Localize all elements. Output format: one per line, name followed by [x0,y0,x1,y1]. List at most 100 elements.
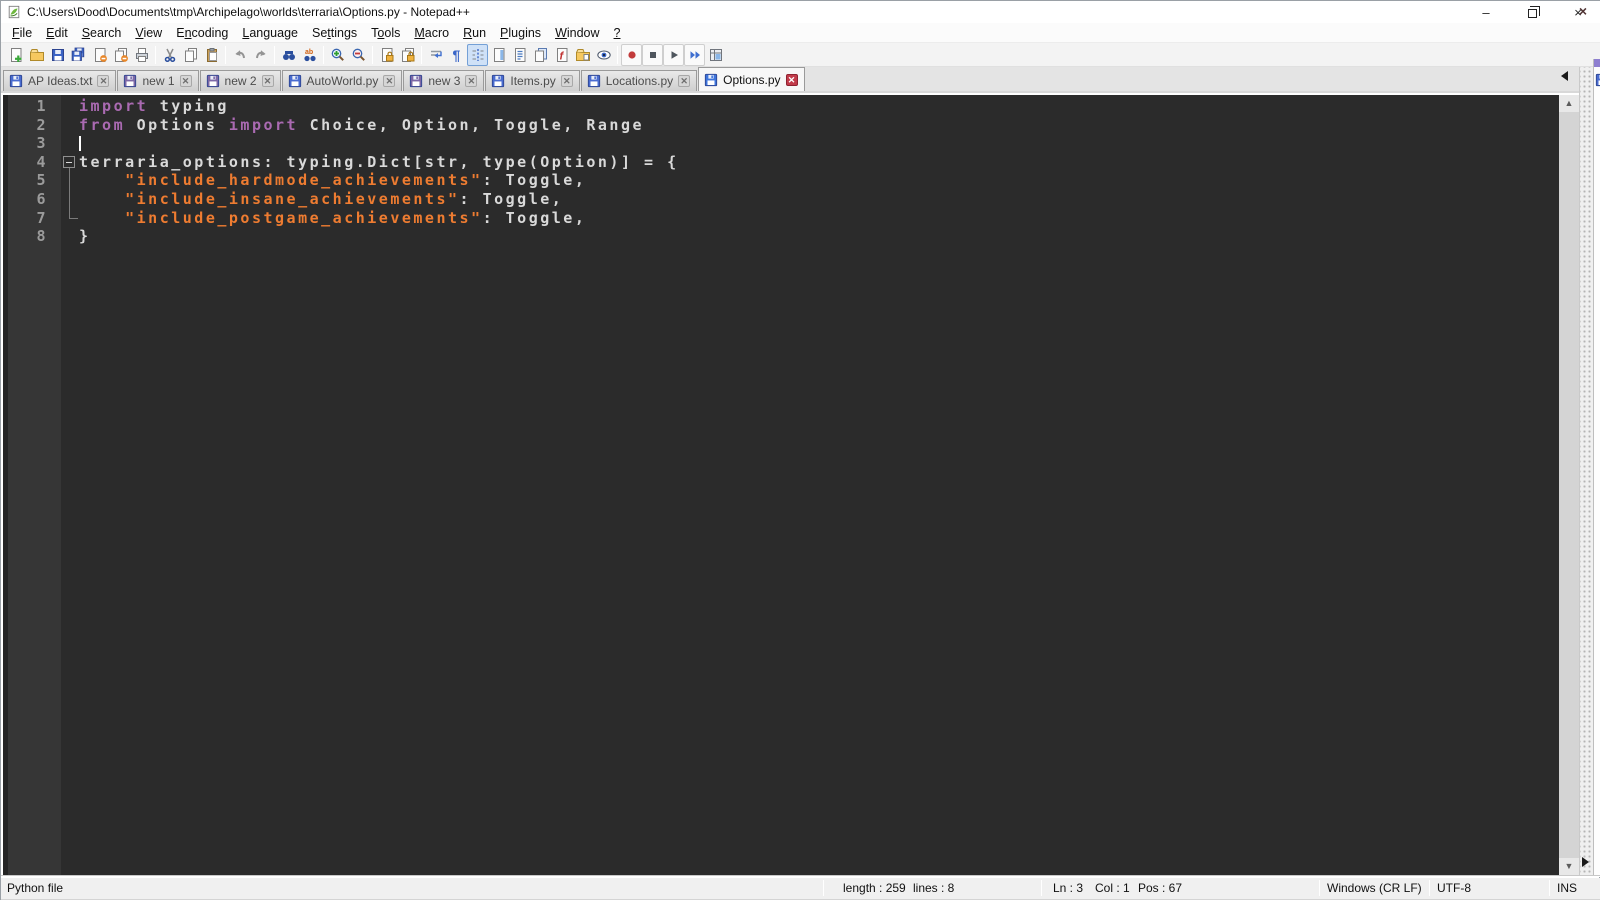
line-number: 2 [36,115,48,134]
menu-macro[interactable]: Macro [407,24,456,42]
macro-save-icon[interactable] [705,44,726,66]
print-icon[interactable] [131,44,152,66]
vertical-scrollbar[interactable]: ▲ ▼ [1559,95,1579,875]
line-number: 7 [36,208,48,227]
macro-play-icon[interactable] [663,43,684,66]
tab-label: new 2 [224,74,257,88]
find-icon[interactable] [278,44,299,66]
floppy-icon [1595,73,1600,92]
close-button[interactable]: × [1555,1,1600,23]
tab-options.py[interactable]: Options.py ✕ [698,67,805,91]
document-map-icon[interactable] [488,44,509,66]
saved-floppy-icon [491,74,505,88]
tab-close-icon[interactable]: ✕ [678,75,691,87]
menu-?[interactable]: ? [607,24,628,42]
menu-encoding[interactable]: Encoding [169,24,235,42]
status-divider [1041,880,1042,896]
collapsed-document-list-panel[interactable] [1593,59,1600,875]
text-caret [79,135,81,151]
open-folder-icon[interactable] [26,44,47,66]
menu-tools[interactable]: Tools [364,24,407,42]
menu-search[interactable]: Search [75,24,129,42]
status-encoding[interactable]: UTF-8 [1437,881,1471,895]
sync-vertical-icon[interactable] [376,44,397,66]
document-list-icon[interactable] [509,44,530,66]
panel-header [1594,59,1600,67]
tab-close-icon[interactable]: ✕ [465,75,478,87]
tab-locations.py[interactable]: Locations.py ✕ [580,70,698,91]
svg-text:¶: ¶ [452,47,460,63]
tab-label: AP Ideas.txt [28,74,93,88]
tab-ap-ideas.txt[interactable]: AP Ideas.txt ✕ [3,70,117,91]
menu-settings[interactable]: Settings [305,24,364,42]
replace-icon[interactable]: ab [299,44,320,66]
save-icon[interactable] [47,44,68,66]
code-line: "include_hardmode_achievements": Toggle, [125,171,587,190]
tab-items.py[interactable]: Items.py ✕ [485,70,580,91]
menu-edit[interactable]: Edit [39,24,75,42]
tab-close-icon[interactable]: ✕ [179,75,192,87]
redo-icon[interactable] [250,44,271,66]
menu-run[interactable]: Run [456,24,493,42]
sync-horizontal-icon[interactable] [397,44,418,66]
line-numbers: 12345678 [8,97,61,246]
panel-splitter[interactable] [1579,67,1593,875]
macro-stop-icon[interactable] [642,43,663,66]
menu-plugins[interactable]: Plugins [493,24,548,42]
tab-close-icon[interactable]: ✕ [383,75,396,87]
menu-file[interactable]: File [5,24,39,42]
macro-record-icon[interactable] [621,43,642,66]
title-bar: C:\Users\Dood\Documents\tmp\Archipelago\… [1,1,1600,23]
paste-icon[interactable] [201,44,222,66]
folder-as-workspace-icon[interactable] [572,44,593,66]
code-editor[interactable]: 12345678 import typing from Options impor… [3,95,1559,875]
undo-icon[interactable] [229,44,250,66]
menu-language[interactable]: Language [235,24,305,42]
function-list-icon[interactable]: f [551,44,572,66]
tab-new-2[interactable]: new 2 ✕ [199,70,281,91]
scroll-up-icon[interactable]: ▲ [1559,95,1579,112]
document-close-icon[interactable]: × [1579,3,1587,19]
splitter-arrow-icon[interactable] [1582,857,1589,867]
copy-icon[interactable] [180,44,201,66]
code-text[interactable]: import typing from Options import Choice,… [79,97,679,246]
tab-autoworld.py[interactable]: AutoWorld.py ✕ [281,70,403,91]
line-number: 6 [36,189,48,208]
zoom-out-icon[interactable] [348,44,369,66]
restore-button[interactable] [1509,1,1555,23]
menu-view[interactable]: View [128,24,169,42]
cut-icon[interactable] [159,44,180,66]
scroll-down-icon[interactable]: ▼ [1559,858,1579,875]
tab-close-icon[interactable]: ✕ [261,75,274,87]
toolbar-separator [617,45,618,64]
status-doc-type: Python file [7,881,64,895]
minimize-button[interactable]: – [1463,1,1509,23]
zoom-in-icon[interactable] [327,44,348,66]
status-pos: Pos : 67 [1138,881,1183,895]
tab-new-1[interactable]: new 1 ✕ [117,70,199,91]
tab-close-icon[interactable]: ✕ [785,73,798,86]
status-divider [1549,880,1550,896]
close-icon[interactable] [89,44,110,66]
fold-line [68,168,70,218]
save-all-icon[interactable] [68,44,89,66]
code-line: from Options import Choice, Option, Togg… [79,115,645,134]
tab-close-icon[interactable]: ✕ [560,75,573,87]
tab-close-icon[interactable]: ✕ [97,75,110,87]
monitoring-icon[interactable] [593,44,614,66]
fold-marker-icon[interactable] [63,156,75,169]
status-eol[interactable]: Windows (CR LF) [1327,881,1422,895]
show-all-characters-icon[interactable]: ¶ [446,44,467,66]
tab-scroll-left-icon[interactable] [1561,71,1568,81]
clone-document-icon[interactable] [530,44,551,66]
word-wrap-icon[interactable] [425,44,446,66]
close-all-icon[interactable] [110,44,131,66]
tab-new-3[interactable]: new 3 ✕ [403,70,485,91]
macro-run-multiple-icon[interactable] [684,43,705,66]
status-ins-mode[interactable]: INS [1557,881,1577,895]
tab-label: Items.py [510,74,556,88]
line-number: 5 [36,171,48,190]
indent-guide-icon[interactable] [467,43,488,66]
new-file-icon[interactable] [5,44,26,66]
menu-window[interactable]: Window [548,24,606,42]
